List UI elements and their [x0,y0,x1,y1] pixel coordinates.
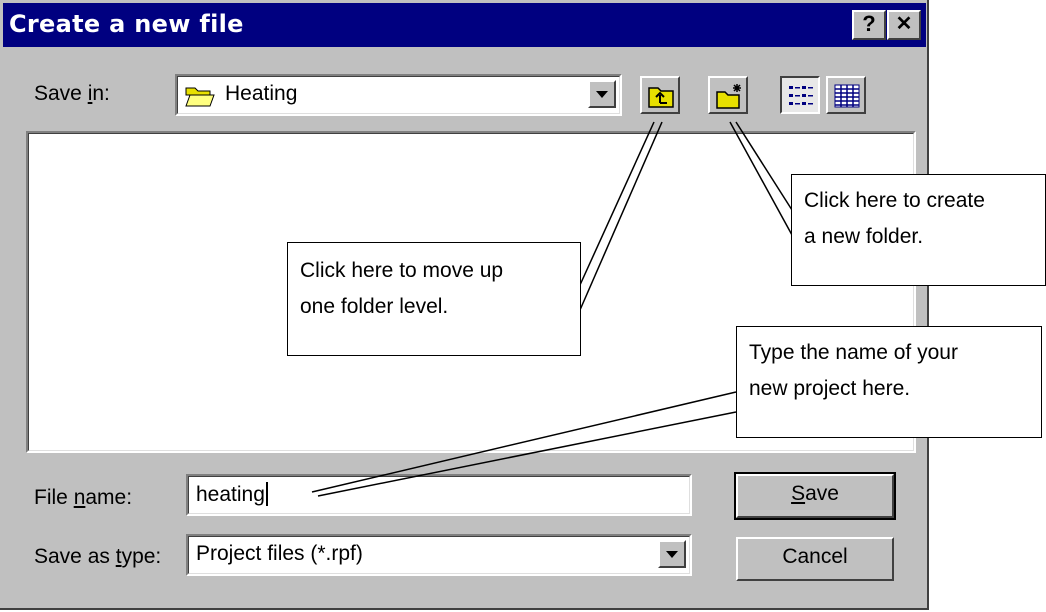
callout-up-folder-line-2: one folder level. [300,294,449,318]
callout-file-name: Type the name of your new project here. [736,326,1042,438]
callout-new-folder-line-2: a new folder. [804,224,924,248]
callout-file-name-line-1: Type the name of your [749,341,958,364]
callout-up-folder: Click here to move up one folder level. [287,242,581,356]
callout-new-folder-line-1: Click here to create [804,189,985,212]
callout-up-folder-line-1: Click here to move up [300,259,504,282]
callout-new-folder: Click here to create a new folder. [791,174,1046,286]
callout-file-name-line-2: new project here. [749,376,911,400]
